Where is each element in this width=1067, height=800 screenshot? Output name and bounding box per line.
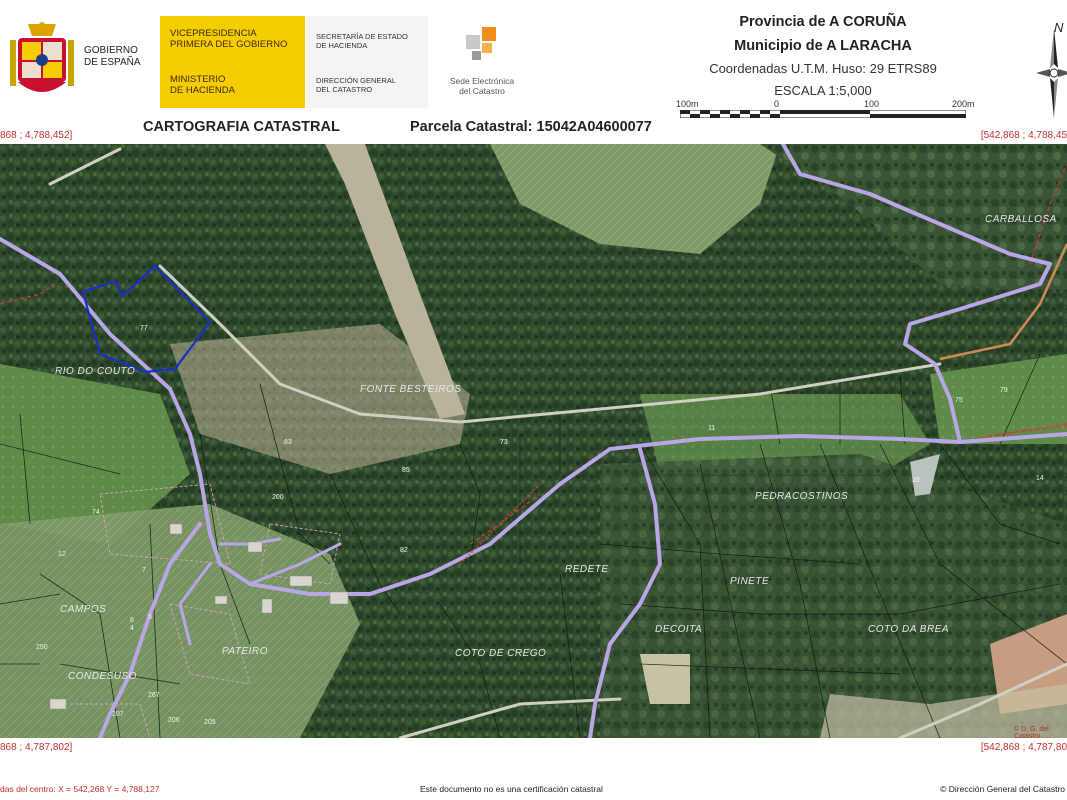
gobierno-line-1: GOBIERNO [84, 45, 138, 56]
place-name: DECOITA [655, 624, 702, 635]
place-name: COTO DE CREGO [455, 648, 546, 659]
north-letter: N [1054, 20, 1064, 35]
parcel-number: 14 [1036, 475, 1044, 482]
parcel-id: Parcela Catastral: 15042A04600077 [410, 119, 652, 135]
scale-tick: 100 [864, 99, 880, 109]
gobierno-line-2: DE ESPAÑA [84, 57, 141, 68]
parcel-number: 207 [112, 711, 124, 718]
direccion-line-2: DEL CATASTRO [316, 85, 373, 94]
parcel-number: 5 [148, 614, 152, 621]
sede-electronica-text: Sede Electrónica del Catastro [434, 76, 530, 96]
ministerio-line-1: MINISTERIO [170, 74, 226, 85]
parcel-number: 82 [400, 547, 408, 554]
corner-coord-top-right: [542,868 ; 4,788,45 [980, 130, 1067, 141]
scale-tick: 200m [952, 99, 975, 109]
parcel-number: 205 [204, 719, 216, 726]
map-canvas[interactable]: RIO DO COUTO FONTE BESTEIROS CARBALLOSA … [0, 144, 1067, 738]
ministerio-line-2: DE HACIENDA [170, 85, 235, 96]
direccion-line-1: DIRECCIÓN GENERAL [316, 76, 397, 85]
scale-tick: 100m [676, 99, 699, 109]
parcel-number: 6 [130, 617, 134, 624]
parcel-number: 39 [912, 477, 920, 484]
parcel-number: 77 [140, 325, 148, 332]
place-name: COTO DA BREA [868, 624, 949, 635]
parcel-number: 74 [92, 509, 100, 516]
corner-coord-top-left: 868 ; 4,788,452] [0, 130, 73, 141]
parcel-number: 73 [500, 439, 508, 446]
place-name: CAMPOS [60, 604, 106, 615]
place-name: PEDRACOSTINOS [755, 491, 848, 502]
municipality-title: Municipio de A LARACHA [734, 38, 912, 54]
sede-electronica-logo-icon [466, 27, 496, 60]
vicepresidencia-line-1: VICEPRESIDENCIA [170, 28, 257, 39]
center-coordinates: das del centro: X = 542,268 Y = 4,788,12… [0, 784, 160, 794]
province-title: Provincia de A CORUÑA [739, 14, 907, 30]
map-scale: ESCALA 1:5,000 [774, 83, 872, 98]
place-name: FONTE BESTEIROS [360, 384, 461, 395]
place-name: CARBALLOSA [985, 214, 1057, 225]
ministry-banner: VICEPRESIDENCIA PRIMERA DEL GOBIERNO MINI… [160, 16, 305, 108]
parcel-number: 12 [58, 551, 66, 558]
parcel-number: 75 [955, 397, 963, 404]
place-name: PINETE [730, 576, 769, 587]
parcel-number: 200 [272, 494, 284, 501]
vicepresidencia-line-2: PRIMERA DEL GOBIERNO [170, 39, 288, 50]
secretaria-banner: SECRETARÍA DE ESTADO DE HACIENDA DIRECCIÓ… [306, 16, 428, 108]
sede-line-2: del Catastro [459, 86, 505, 96]
gobierno-text: GOBIERNO DE ESPAÑA [84, 45, 141, 69]
corner-coord-bottom-left: 868 ; 4,787,802] [0, 742, 73, 753]
place-name: RIO DO COUTO [55, 366, 135, 377]
parcel-number: 267 [148, 692, 160, 699]
header: GOBIERNO DE ESPAÑA VICEPRESIDENCIA PRIMER… [0, 0, 1067, 118]
place-name: CONDESUSO [68, 671, 137, 682]
parcel-number: 85 [402, 467, 410, 474]
scale-tick: 0 [774, 99, 780, 109]
footer: das del centro: X = 542,268 Y = 4,788,12… [0, 776, 1067, 800]
place-name: PATEIRO [222, 646, 268, 657]
sede-line-1: Sede Electrónica [449, 76, 515, 86]
map-watermark: © D. G. del Catastro [1014, 726, 1049, 740]
certification-notice: Este documento no es una certificación c… [420, 784, 603, 794]
parcel-number: 83 [284, 439, 292, 446]
cadastral-map[interactable]: RIO DO COUTO FONTE BESTEIROS CARBALLOSA … [0, 144, 1067, 738]
copyright: © Dirección General del Catastro [940, 784, 1065, 794]
corner-coord-bottom-right: [542,868 ; 4,787,80 [980, 742, 1067, 753]
parcel-number: 250 [36, 644, 48, 651]
place-name: REDETE [565, 564, 609, 575]
parcel-number: 79 [1000, 387, 1008, 394]
parcel-number: 4 [130, 625, 134, 632]
parcel-number: 7 [142, 567, 146, 574]
secretaria-line-2: DE HACIENDA [316, 41, 368, 50]
secretaria-line-1: SECRETARÍA DE ESTADO [316, 32, 408, 41]
cartography-title: CARTOGRAFIA CATASTRAL [143, 119, 340, 135]
coat-of-arms-icon [10, 22, 74, 92]
coordinate-system: Coordenadas U.T.M. Huso: 29 ETRS89 [709, 61, 937, 76]
parcel-number: 206 [168, 717, 180, 724]
parcel-number: 11 [708, 425, 715, 432]
